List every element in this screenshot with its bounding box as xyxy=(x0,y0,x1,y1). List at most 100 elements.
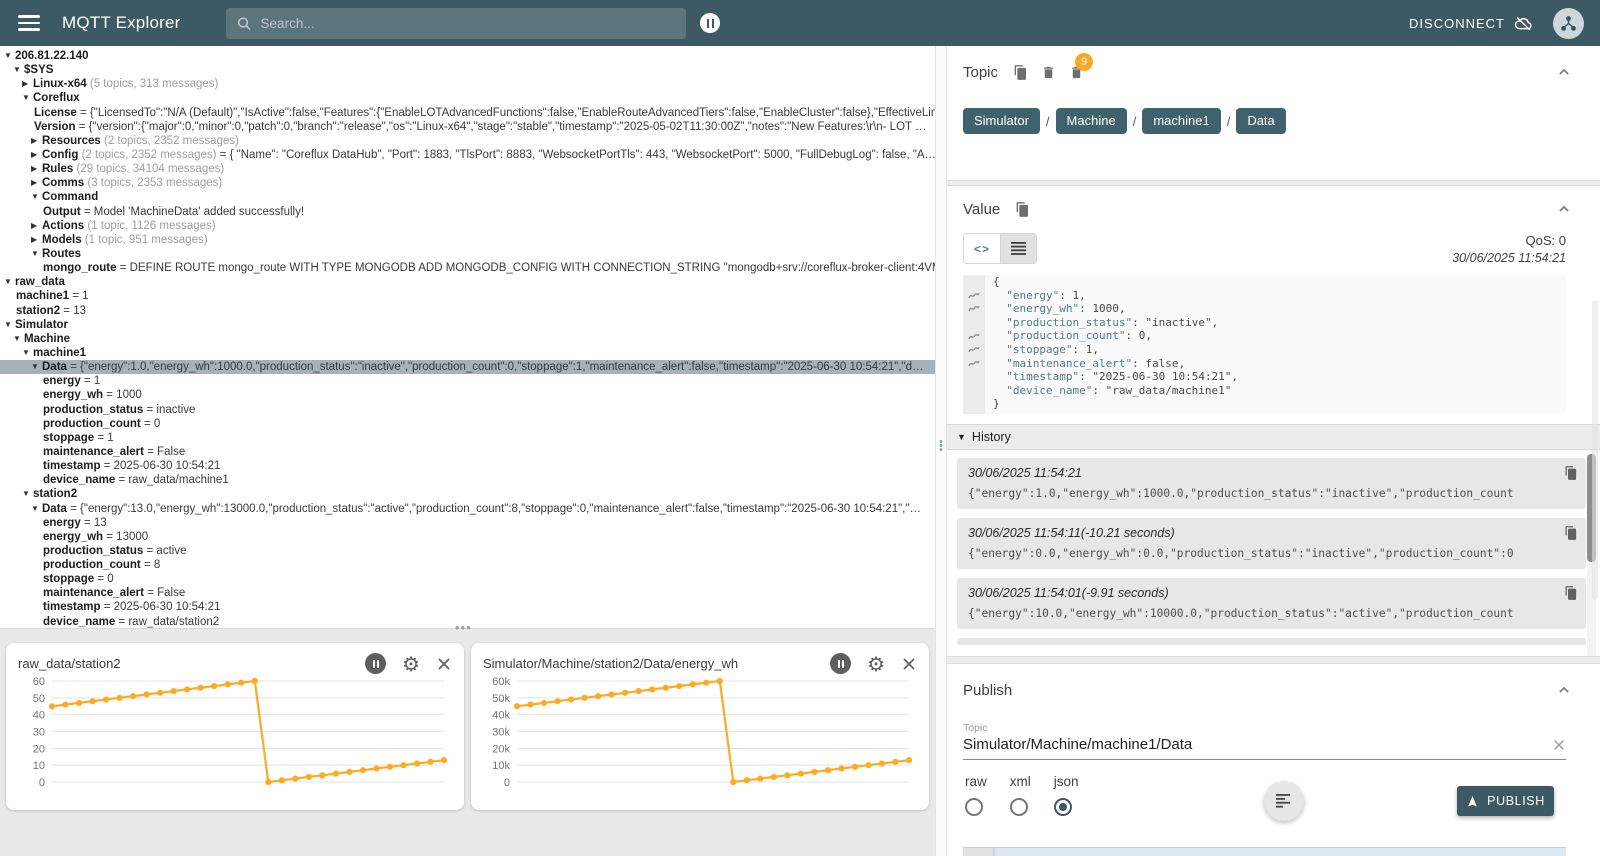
tree-row[interactable]: ▶Linux-x64 (5 topics, 313 messages) xyxy=(0,77,935,91)
tree-row[interactable]: energy_wh = 13000 xyxy=(0,530,935,544)
expander-icon[interactable]: ▶ xyxy=(31,162,42,176)
tree-row[interactable]: ▼Data = {"energy":13.0,"energy_wh":13000… xyxy=(0,502,935,516)
expander-icon[interactable]: ▶ xyxy=(31,233,42,247)
tree-row[interactable]: ▼Routes xyxy=(0,247,935,261)
chart-close-icon[interactable] xyxy=(436,656,452,672)
tree-row[interactable]: machine1 = 1 xyxy=(0,289,935,303)
expander-icon[interactable]: ▼ xyxy=(22,487,33,501)
expander-icon[interactable]: ▼ xyxy=(4,49,15,63)
tree-row[interactable]: ▼$SYS xyxy=(0,63,935,77)
sparkline-icon[interactable] xyxy=(963,289,985,303)
tree-row[interactable]: ▼Data = {"energy":1.0,"energy_wh":1000.0… xyxy=(0,360,935,374)
tree-row[interactable]: energy_wh = 1000 xyxy=(0,388,935,402)
expander-icon[interactable]: ▼ xyxy=(13,332,24,346)
tree-row[interactable]: energy = 1 xyxy=(0,374,935,388)
pause-stream-button[interactable] xyxy=(700,13,720,33)
expander-icon[interactable]: ▶ xyxy=(31,148,42,162)
copy-topic-icon[interactable] xyxy=(1012,64,1028,81)
raw-view-button[interactable] xyxy=(1000,234,1036,263)
expander-icon[interactable]: ▼ xyxy=(22,91,33,105)
tree-row[interactable]: ▶Models (1 topic, 951 messages) xyxy=(0,233,935,247)
sparkline-icon[interactable] xyxy=(963,302,985,316)
tree-row[interactable]: ▼Command xyxy=(0,190,935,204)
tree-row[interactable]: License = {"LicensedTo":"N/A (Default)",… xyxy=(0,106,935,120)
tree-row[interactable]: production_status = inactive xyxy=(0,403,935,417)
topic-chip[interactable]: machine1 xyxy=(1142,108,1220,134)
tree-row[interactable]: timestamp = 2025-06-30 10:54:21 xyxy=(0,600,935,614)
editor-body[interactable] xyxy=(993,848,1566,856)
tree-row[interactable]: ▶Config (2 topics, 2352 messages) = { "N… xyxy=(0,148,935,162)
search-box[interactable] xyxy=(226,8,686,39)
format-option-xml[interactable]: xml xyxy=(1010,774,1031,816)
topic-chip[interactable]: Simulator xyxy=(963,108,1040,134)
delete-topic-icon[interactable] xyxy=(1041,64,1056,81)
publish-topic-input[interactable] xyxy=(963,736,1552,753)
topic-chip[interactable]: Machine xyxy=(1056,108,1127,134)
format-option-raw[interactable]: raw xyxy=(965,774,987,816)
menu-icon[interactable] xyxy=(18,11,40,34)
format-radio-raw[interactable] xyxy=(965,798,983,816)
copy-history-icon[interactable] xyxy=(1563,525,1578,541)
disconnect-button[interactable]: DISCONNECT xyxy=(1409,14,1533,33)
avatar[interactable] xyxy=(1553,8,1584,39)
copy-value-icon[interactable] xyxy=(1014,201,1030,218)
tree-row[interactable]: ▼station2 xyxy=(0,487,935,501)
expander-icon[interactable]: ▼ xyxy=(31,360,42,374)
expander-icon[interactable]: ▼ xyxy=(22,346,33,360)
delete-retained-icon[interactable]: 9 xyxy=(1069,64,1084,81)
tree-row[interactable]: production_count = 0 xyxy=(0,417,935,431)
tree-row[interactable]: ▶Comms (3 topics, 2353 messages) xyxy=(0,176,935,190)
publish-button[interactable]: PUBLISH xyxy=(1457,786,1554,816)
topic-chip[interactable]: Data xyxy=(1236,108,1285,134)
expander-icon[interactable]: ▼ xyxy=(31,190,42,204)
tree-row[interactable]: stoppage = 0 xyxy=(0,572,935,586)
history-entry[interactable]: 30/06/2025 11:54:01(-9.91 seconds) {"ene… xyxy=(957,578,1586,629)
chart-settings-icon[interactable]: ⚙ xyxy=(867,654,885,674)
tree-row[interactable]: production_count = 8 xyxy=(0,558,935,572)
code-view-button[interactable]: <> xyxy=(964,234,1000,263)
format-option-json[interactable]: json xyxy=(1054,774,1079,816)
expander-icon[interactable]: ▶ xyxy=(31,134,42,148)
search-input[interactable] xyxy=(261,16,677,31)
tree-row[interactable]: maintenance_alert = False xyxy=(0,445,935,459)
tree-row[interactable]: Version = {"version":{"major":0,"minor":… xyxy=(0,120,935,134)
collapse-value-icon[interactable] xyxy=(1554,199,1574,219)
chart-pause-button[interactable] xyxy=(830,653,851,674)
sparkline-icon[interactable] xyxy=(963,343,985,357)
chart-close-icon[interactable] xyxy=(901,656,917,672)
tree-row[interactable]: station2 = 13 xyxy=(0,304,935,318)
clear-topic-icon[interactable] xyxy=(1552,738,1566,752)
format-radio-xml[interactable] xyxy=(1010,798,1028,816)
sparkline-icon[interactable] xyxy=(963,357,985,371)
chart-plot[interactable]: 0102030405060 xyxy=(18,674,452,796)
tree-row[interactable]: ▶Actions (1 topic, 1126 messages) xyxy=(0,219,935,233)
tree-row[interactable]: device_name = raw_data/machine1 xyxy=(0,473,935,487)
panel-splitter[interactable]: ••• xyxy=(935,46,947,856)
publish-payload-editor[interactable] xyxy=(963,847,1566,856)
expander-icon[interactable]: ▼ xyxy=(31,247,42,261)
expander-icon[interactable]: ▼ xyxy=(4,318,15,332)
chart-settings-icon[interactable]: ⚙ xyxy=(402,654,420,674)
tree-row[interactable]: stoppage = 1 xyxy=(0,431,935,445)
expander-icon[interactable]: ▼ xyxy=(4,275,15,289)
collapse-topic-icon[interactable] xyxy=(1554,62,1574,82)
expander-icon[interactable]: ▶ xyxy=(31,176,42,190)
expander-icon[interactable]: ▼ xyxy=(31,502,42,516)
expander-icon[interactable]: ▼ xyxy=(13,63,24,77)
tree-row[interactable]: ▼Coreflux xyxy=(0,91,935,105)
history-header[interactable]: ▼History xyxy=(947,425,1600,450)
tree-row[interactable]: ▼machine1 xyxy=(0,346,935,360)
tree-row[interactable]: mongo_route = DEFINE ROUTE mongo_route W… xyxy=(0,261,935,275)
tree-row[interactable]: ▼Simulator xyxy=(0,318,935,332)
history-entry[interactable]: 30/06/2025 11:54:21 {"energy":1.0,"energ… xyxy=(957,458,1586,509)
collapse-publish-icon[interactable] xyxy=(1554,680,1574,700)
tree-row[interactable]: maintenance_alert = False xyxy=(0,586,935,600)
tree-row[interactable]: ▶Resources (2 topics, 2352 messages) xyxy=(0,134,935,148)
resize-handle-icon[interactable]: ••• xyxy=(455,620,472,635)
tree-row[interactable]: Output = Model 'MachineData' added succe… xyxy=(0,205,935,219)
format-radio-json[interactable] xyxy=(1054,798,1072,816)
tree-row[interactable]: energy = 13 xyxy=(0,516,935,530)
tree-row[interactable]: ▶Rules (29 topics, 34104 messages) xyxy=(0,162,935,176)
chart-pause-button[interactable] xyxy=(365,653,386,674)
tree-row[interactable]: timestamp = 2025-06-30 10:54:21 xyxy=(0,459,935,473)
